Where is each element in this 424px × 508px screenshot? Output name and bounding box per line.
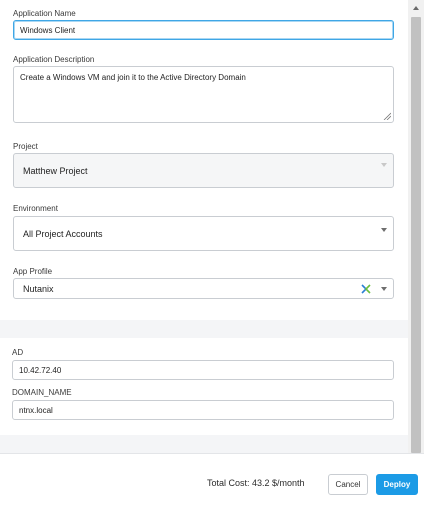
caret-down-icon <box>381 286 387 291</box>
caret-down-icon <box>381 227 387 232</box>
variables-section: AD 10.42.72.40 DOMAIN_NAME ntnx.local <box>0 338 408 435</box>
resize-grip-icon[interactable] <box>383 112 391 120</box>
application-section: Application Name Windows Client Applicat… <box>0 0 408 320</box>
app-profile-value: Nutanix <box>23 283 54 294</box>
app-description-textarea[interactable]: Create a Windows VM and join it to the A… <box>13 66 394 123</box>
vertical-scrollbar[interactable] <box>408 0 424 453</box>
nutanix-logo-icon <box>361 283 371 294</box>
deploy-button[interactable]: Deploy <box>376 474 418 495</box>
section-divider <box>0 320 408 338</box>
environment-label: Environment <box>13 204 58 213</box>
scroll-up-arrow-icon[interactable] <box>408 0 424 16</box>
cancel-button[interactable]: Cancel <box>328 474 368 495</box>
app-description-text: Create a Windows VM and join it to the A… <box>20 73 246 82</box>
app-description-label: Application Description <box>13 55 95 64</box>
app-profile-label: App Profile <box>13 267 53 276</box>
project-select[interactable]: Matthew Project <box>13 153 394 188</box>
caret-down-icon <box>381 162 387 167</box>
app-profile-select[interactable]: Nutanix <box>13 278 394 299</box>
project-value: Matthew Project <box>23 165 88 176</box>
scrollbar-thumb[interactable] <box>411 17 421 453</box>
app-name-label: Application Name <box>13 9 76 18</box>
ad-label: AD <box>12 348 24 357</box>
dialog-footer: Total Cost: 43.2 $/month Cancel Deploy <box>0 453 424 508</box>
ad-input[interactable]: 10.42.72.40 <box>12 360 394 380</box>
app-name-input[interactable]: Windows Client <box>13 20 394 40</box>
launch-blueprint-dialog: Application Name Windows Client Applicat… <box>0 0 424 508</box>
project-label: Project <box>13 142 38 151</box>
environment-select[interactable]: All Project Accounts <box>13 216 394 251</box>
domain-name-label: DOMAIN_NAME <box>12 388 72 397</box>
total-cost-text: Total Cost: 43.2 $/month <box>207 478 305 488</box>
domain-name-input[interactable]: ntnx.local <box>12 400 394 420</box>
form-scroll-area: Application Name Windows Client Applicat… <box>0 0 424 453</box>
environment-value: All Project Accounts <box>23 228 103 239</box>
section-divider <box>0 435 408 453</box>
